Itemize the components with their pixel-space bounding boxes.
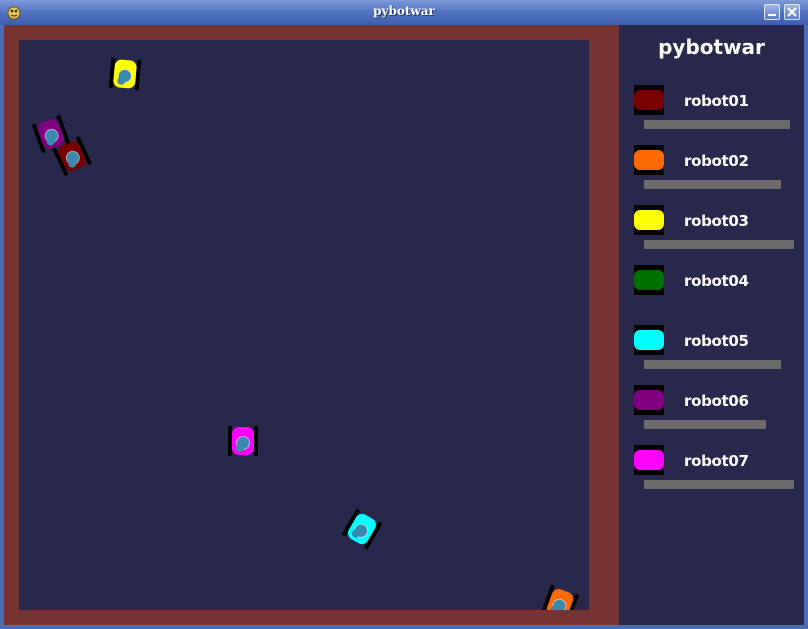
- robot-color-swatch: [634, 385, 664, 415]
- robot-entry: robot02: [619, 145, 804, 205]
- robot-color-swatch: [634, 85, 664, 115]
- robot-name: robot05: [684, 332, 749, 350]
- health-bar: [644, 480, 794, 489]
- robot-name: robot06: [684, 392, 749, 410]
- robot-color-swatch: [634, 325, 664, 355]
- close-icon: [787, 7, 797, 17]
- robot-color-swatch: [634, 445, 664, 475]
- robot-color-swatch: [634, 145, 664, 175]
- health-bar: [644, 420, 766, 429]
- robot-entry: robot05: [619, 325, 804, 385]
- robot-name: robot02: [684, 152, 749, 170]
- arena-wall: [4, 25, 619, 625]
- close-button[interactable]: [784, 4, 800, 20]
- health-bar: [644, 180, 781, 189]
- robot-tank: [228, 426, 258, 456]
- arena: [19, 40, 589, 610]
- robot-tank: [108, 57, 142, 91]
- robot-entry: robot04: [619, 265, 804, 325]
- app-window: pybotwar pybotwar robot01 robot02 robot03 r…: [0, 0, 808, 629]
- minimize-button[interactable]: [764, 4, 780, 20]
- health-bar: [644, 240, 794, 249]
- minimize-icon: [768, 14, 776, 16]
- robots-layer: [31, 57, 580, 610]
- robot-color-swatch: [634, 205, 664, 235]
- robot-entry: robot03: [619, 205, 804, 265]
- robot-entry: robot07: [619, 445, 804, 505]
- robot-name: robot01: [684, 92, 749, 110]
- health-bar: [644, 120, 790, 129]
- robot-name: robot04: [684, 272, 749, 290]
- robot-entry: robot06: [619, 385, 804, 445]
- robot-name: robot03: [684, 212, 749, 230]
- robot-tank: [540, 584, 580, 610]
- title-bar[interactable]: pybotwar: [0, 0, 808, 25]
- robot-color-swatch: [634, 265, 664, 295]
- window-title: pybotwar: [373, 4, 435, 18]
- robot-entry: robot01: [619, 85, 804, 145]
- robot-name: robot07: [684, 452, 749, 470]
- panel-title: pybotwar: [658, 35, 765, 59]
- health-bar: [644, 360, 781, 369]
- robot-tank: [341, 508, 383, 550]
- scoreboard-panel: pybotwar robot01 robot02 robot03 robot04 rob…: [619, 25, 804, 625]
- game-canvas: pybotwar robot01 robot02 robot03 robot04 rob…: [4, 25, 804, 625]
